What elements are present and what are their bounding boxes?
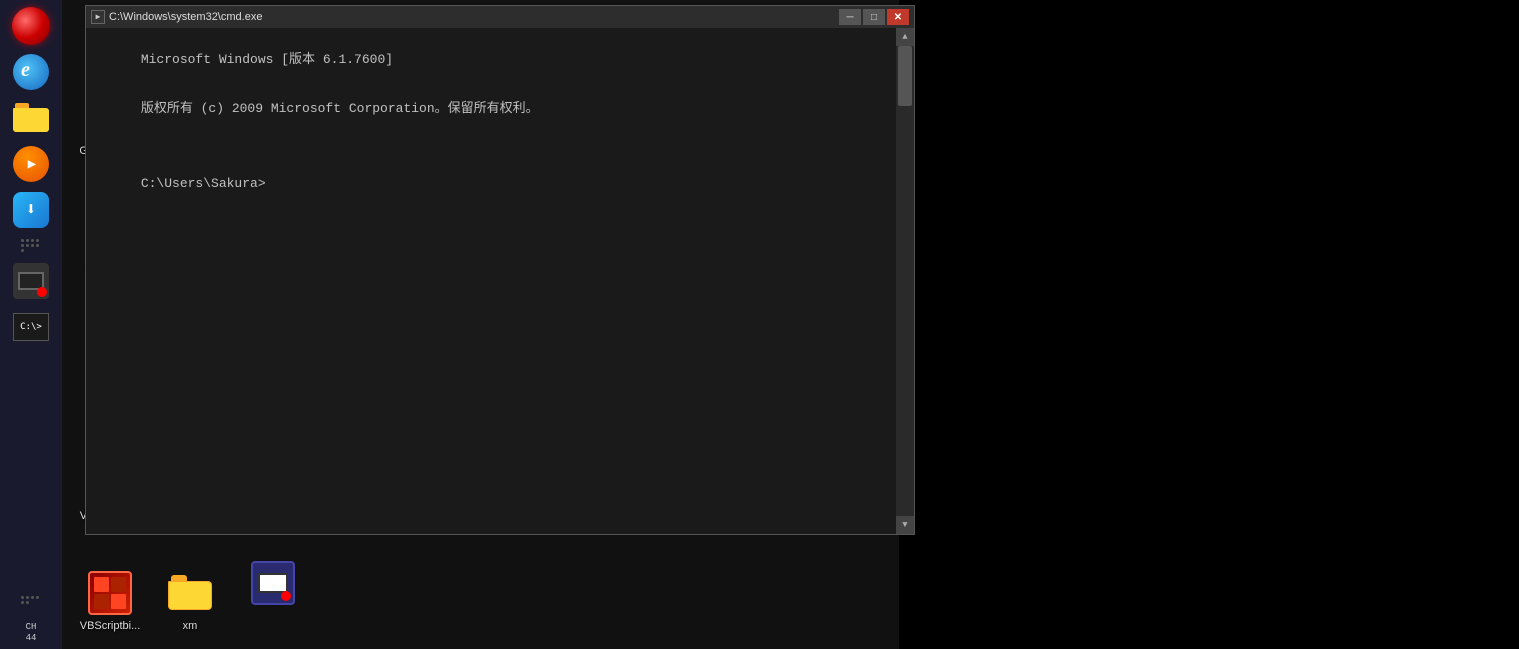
folder-icon: [13, 103, 49, 133]
screen-capture-icon: [13, 263, 49, 299]
scroll-thumb[interactable]: [898, 46, 912, 106]
cmd-window: ▶ C:\Windows\system32\cmd.exe ─ □ ✕ ▲ ▼ …: [85, 5, 915, 535]
cmd-window-title: C:\Windows\system32\cmd.exe: [109, 11, 262, 23]
scroll-down-arrow[interactable]: ▼: [896, 516, 914, 534]
folder-yellow-icon: [168, 575, 212, 611]
internet-explorer-icon: [13, 54, 49, 90]
appstore-button[interactable]: ⬇: [10, 189, 52, 231]
cmd-window-controls: ─ □ ✕: [839, 9, 909, 25]
ie-button[interactable]: [10, 51, 52, 93]
folder-bot-label: xm: [183, 619, 198, 633]
winrar-bot-label: VBScriptbi...: [80, 619, 141, 633]
folder-bot-icon[interactable]: xm: [150, 565, 230, 637]
cmd-line1: Microsoft Windows [版本 6.1.7600]: [141, 52, 393, 67]
cmd-prompt: C:\Users\Sakura>: [141, 176, 266, 191]
winrar-bot-icon[interactable]: VBScriptbi...: [70, 565, 150, 637]
rdp-logo-icon: [251, 561, 295, 605]
cmd-titlebar[interactable]: ▶ C:\Windows\system32\cmd.exe ─ □ ✕: [86, 6, 914, 28]
cmd-line2: 版权所有 (c) 2009 Microsoft Corporation。保留所有…: [141, 101, 539, 116]
maximize-button[interactable]: □: [863, 9, 885, 25]
winrar-logo-icon: [88, 571, 132, 615]
desktop: ⬇ C:\> CH 44: [0, 0, 1519, 649]
cmd-taskbar-button[interactable]: C:\>: [10, 306, 52, 348]
lang-clock-area: CH 44: [0, 622, 62, 644]
cmd-window-icon: ▶: [91, 10, 105, 24]
rdp-bot-icon-img: [249, 559, 297, 607]
close-button[interactable]: ✕: [887, 9, 909, 25]
dots-decoration: [21, 239, 41, 252]
scroll-track: [896, 46, 914, 516]
minimize-button[interactable]: ─: [839, 9, 861, 25]
winrar-bot-icon-img: [86, 569, 134, 617]
media-player-icon: [13, 146, 49, 182]
folder-button[interactable]: [10, 97, 52, 139]
bottom-dots-decoration: [21, 596, 41, 604]
cmd-scrollbar[interactable]: ▲ ▼: [896, 28, 914, 534]
windows-orb[interactable]: [10, 5, 52, 47]
cmd-title-left: ▶ C:\Windows\system32\cmd.exe: [91, 10, 262, 24]
rdp-bot-icon[interactable]: [233, 555, 313, 613]
language-indicator: CH: [0, 622, 62, 633]
taskbar-left: ⬇ C:\> CH 44: [0, 0, 62, 649]
folder-bot-icon-img: [166, 569, 214, 617]
windows-logo-icon: [12, 7, 50, 45]
media-player-button[interactable]: [10, 143, 52, 185]
cmd-taskbar-icon: C:\>: [13, 313, 49, 341]
screen-capture-button[interactable]: [10, 260, 52, 302]
clock-display: 44: [0, 633, 62, 644]
appstore-icon: ⬇: [13, 192, 49, 228]
right-black-area: [899, 0, 1519, 649]
scroll-up-arrow[interactable]: ▲: [896, 28, 914, 46]
cmd-content[interactable]: Microsoft Windows [版本 6.1.7600] 版权所有 (c)…: [86, 28, 896, 534]
